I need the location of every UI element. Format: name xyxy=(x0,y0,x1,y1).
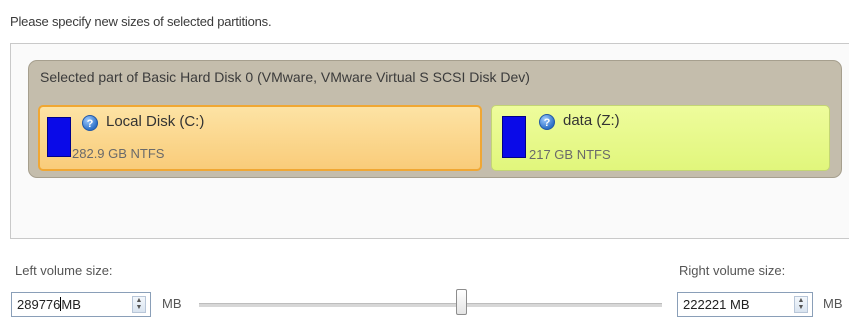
disk-frame: Selected part of Basic Hard Disk 0 (VMwa… xyxy=(28,60,842,178)
left-volume-inline-unit: MB xyxy=(61,297,81,312)
right-volume-size-input[interactable]: 222221 MB ▲ ▼ xyxy=(677,292,813,317)
left-volume-number: 289776 xyxy=(17,297,61,312)
spin-down-icon[interactable]: ▼ xyxy=(795,304,807,311)
help-icon[interactable]: ? xyxy=(539,114,555,130)
spin-down-icon[interactable]: ▼ xyxy=(133,304,145,311)
partition-name: data (Z:) xyxy=(563,112,620,129)
right-volume-size-value: 222221 MB xyxy=(683,297,750,312)
volume-size-slider-thumb[interactable] xyxy=(456,289,467,315)
spin-up-icon[interactable]: ▲ xyxy=(795,297,807,304)
right-volume-unit: MB xyxy=(823,296,843,311)
instruction-text: Please specify new sizes of selected par… xyxy=(10,14,272,29)
left-volume-size-value: 289776MB xyxy=(17,297,81,312)
partition-name: Local Disk (C:) xyxy=(106,113,205,130)
partition-size: 217 GB NTFS xyxy=(529,147,611,162)
resize-partitions-page: Please specify new sizes of selected par… xyxy=(0,0,849,329)
spin-up-icon[interactable]: ▲ xyxy=(133,297,145,304)
left-volume-size-label: Left volume size: xyxy=(15,263,113,278)
left-volume-unit: MB xyxy=(162,296,182,311)
partition-panel: Selected part of Basic Hard Disk 0 (VMwa… xyxy=(10,43,849,239)
help-icon[interactable]: ? xyxy=(82,115,98,131)
right-spin-buttons[interactable]: ▲ ▼ xyxy=(794,296,808,313)
left-spin-buttons[interactable]: ▲ ▼ xyxy=(132,296,146,313)
partition-size: 282.9 GB NTFS xyxy=(72,146,165,161)
partition-color-bar xyxy=(47,117,71,157)
partition-local-disk-c[interactable]: ? Local Disk (C:) 282.9 GB NTFS xyxy=(38,105,482,171)
left-volume-size-input[interactable]: 289776MB ▲ ▼ xyxy=(11,292,151,317)
disk-title: Selected part of Basic Hard Disk 0 (VMwa… xyxy=(40,69,530,85)
partition-data-z[interactable]: ? data (Z:) 217 GB NTFS xyxy=(491,105,830,171)
right-volume-size-label: Right volume size: xyxy=(679,263,786,278)
partition-color-bar xyxy=(502,116,526,158)
volume-size-slider-track[interactable] xyxy=(199,303,662,307)
